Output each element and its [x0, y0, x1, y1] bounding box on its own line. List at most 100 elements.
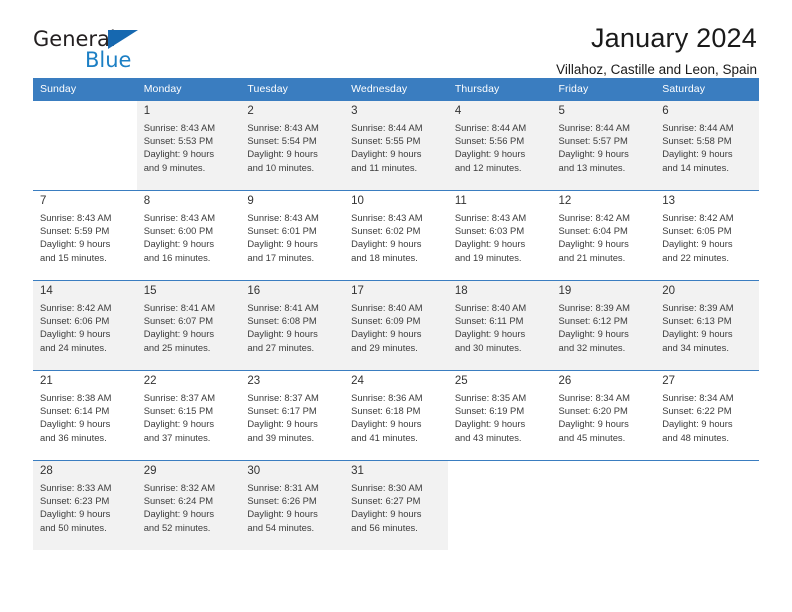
calendar-day-cell[interactable]: 23 Sunrise: 8:37 AM Sunset: 6:17 PM Dayligh…	[240, 370, 345, 460]
daylight-text-line1: Daylight: 9 hours	[40, 418, 111, 430]
calendar-day-cell[interactable]: 4 Sunrise: 8:44 AM Sunset: 5:56 PM Daylight…	[447, 100, 552, 190]
sunrise-text: Sunrise: 8:35 AM	[454, 392, 527, 403]
daylight-text-line1: Daylight: 9 hours	[40, 328, 111, 340]
daylight-text-line1: Daylight: 9 hours	[40, 238, 111, 250]
day-cell-content: 11 Sunrise: 8:43 AM Sunset: 6:03 PM Dayligh…	[448, 191, 552, 280]
day-sun-info: Sunrise: 8:30 AM Sunset: 6:27 PM Daylight:…	[351, 479, 442, 534]
calendar-day-cell[interactable]: 5 Sunrise: 8:44 AM Sunset: 5:57 PM Daylight…	[551, 100, 656, 190]
day-sun-info: Sunrise: 8:42 AM Sunset: 6:04 PM Daylight:…	[559, 209, 650, 264]
calendar-day-cell[interactable]: 17 Sunrise: 8:40 AM Sunset: 6:09 PM Dayligh…	[344, 280, 448, 370]
sunrise-text: Sunrise: 8:44 AM	[558, 122, 630, 133]
calendar-day-cell[interactable]: 22 Sunrise: 8:37 AM Sunset: 6:15 PM Dayligh…	[136, 370, 241, 460]
calendar-day-cell[interactable]: 9 Sunrise: 8:43 AM Sunset: 6:01 PM Daylight…	[240, 190, 345, 280]
day-cell-frame: 5 Sunrise: 8:44 AM Sunset: 5:57 PM Daylight…	[551, 100, 656, 190]
calendar-week-row: 1 Sunrise: 8:43 AM Sunset: 5:53 PM Daylight…	[33, 100, 759, 190]
calendar-day-cell[interactable]: 12 Sunrise: 8:42 AM Sunset: 6:04 PM Dayligh…	[551, 190, 656, 280]
daylight-text-line2: and 41 minutes.	[351, 431, 418, 443]
daylight-text-line2: and 19 minutes.	[454, 251, 522, 263]
daylight-text-line1: Daylight: 9 hours	[662, 148, 733, 160]
sunset-text: Sunset: 6:27 PM	[351, 495, 421, 507]
day-cell-content: 26 Sunrise: 8:34 AM Sunset: 6:20 PM Dayligh…	[552, 371, 656, 460]
sunrise-text: Sunrise: 8:43 AM	[247, 122, 319, 133]
sunset-text: Sunset: 6:06 PM	[40, 315, 110, 327]
day-cell-frame: 6 Sunrise: 8:44 AM Sunset: 5:58 PM Daylight…	[655, 100, 759, 190]
calendar-day-cell[interactable]: 28 Sunrise: 8:33 AM Sunset: 6:23 PM Dayligh…	[33, 460, 137, 550]
calendar-day-cell[interactable]: 19 Sunrise: 8:39 AM Sunset: 6:12 PM Dayligh…	[551, 280, 656, 370]
day-number: 8	[143, 195, 151, 207]
daylight-text-line1: Daylight: 9 hours	[662, 238, 733, 250]
day-number: 14	[40, 285, 53, 297]
calendar-day-cell[interactable]: 30 Sunrise: 8:31 AM Sunset: 6:26 PM Dayligh…	[240, 460, 345, 550]
calendar-day-cell[interactable]: 29 Sunrise: 8:32 AM Sunset: 6:24 PM Dayligh…	[136, 460, 241, 550]
calendar-day-cell[interactable]: 3 Sunrise: 8:44 AM Sunset: 5:55 PM Daylight…	[344, 100, 448, 190]
calendar-week-row: 14 Sunrise: 8:42 AM Sunset: 6:06 PM Dayligh…	[33, 280, 759, 370]
day-cell-frame: 18 Sunrise: 8:40 AM Sunset: 6:11 PM Dayligh…	[447, 280, 552, 370]
sunset-text: Sunset: 6:17 PM	[247, 405, 317, 417]
sunset-text: Sunset: 6:22 PM	[662, 405, 732, 417]
calendar-day-cell[interactable]: 6 Sunrise: 8:44 AM Sunset: 5:58 PM Daylight…	[655, 100, 759, 190]
daylight-text-line1: Daylight: 9 hours	[662, 328, 733, 340]
calendar-day-cell[interactable]: 10 Sunrise: 8:43 AM Sunset: 6:02 PM Dayligh…	[344, 190, 448, 280]
calendar-day-cell[interactable]: 16 Sunrise: 8:41 AM Sunset: 6:08 PM Dayligh…	[240, 280, 345, 370]
calendar-day-cell[interactable]: 25 Sunrise: 8:35 AM Sunset: 6:19 PM Dayligh…	[447, 370, 552, 460]
day-cell-content: 29 Sunrise: 8:32 AM Sunset: 6:24 PM Dayligh…	[136, 461, 241, 550]
calendar-day-cell[interactable]: 13 Sunrise: 8:42 AM Sunset: 6:05 PM Dayligh…	[655, 190, 759, 280]
calendar-day-cell[interactable]: 31 Sunrise: 8:30 AM Sunset: 6:27 PM Dayligh…	[344, 460, 448, 550]
calendar-day-cell[interactable]: 26 Sunrise: 8:34 AM Sunset: 6:20 PM Dayligh…	[551, 370, 656, 460]
sunset-text: Sunset: 6:02 PM	[351, 225, 421, 237]
day-cell-frame: 13 Sunrise: 8:42 AM Sunset: 6:05 PM Dayligh…	[655, 190, 759, 280]
daylight-text-line1: Daylight: 9 hours	[247, 148, 318, 160]
weekday-header-tuesday: Tuesday	[240, 78, 345, 100]
day-number: 13	[662, 195, 676, 207]
day-sun-info: Sunrise: 8:41 AM Sunset: 6:07 PM Daylight:…	[144, 299, 235, 354]
day-number: 29	[143, 465, 157, 477]
sunset-text: Sunset: 6:09 PM	[351, 315, 421, 327]
daylight-text-line1: Daylight: 9 hours	[558, 328, 629, 340]
sunrise-text: Sunrise: 8:39 AM	[662, 302, 734, 313]
day-sun-info: Sunrise: 8:43 AM Sunset: 6:02 PM Daylight:…	[351, 209, 442, 264]
calendar-day-cell[interactable]: 7 Sunrise: 8:43 AM Sunset: 5:59 PM Daylight…	[33, 190, 137, 280]
calendar-day-cell[interactable]: 27 Sunrise: 8:34 AM Sunset: 6:22 PM Dayligh…	[655, 370, 759, 460]
day-number: 9	[247, 195, 254, 207]
sunrise-text: Sunrise: 8:34 AM	[662, 392, 734, 403]
title-block: January 2024 Villahoz, Castille and Leon…	[163, 22, 759, 80]
calendar-day-cell[interactable]: 21 Sunrise: 8:38 AM Sunset: 6:14 PM Dayligh…	[33, 370, 137, 460]
calendar-day-cell[interactable]: 24 Sunrise: 8:36 AM Sunset: 6:18 PM Dayligh…	[344, 370, 448, 460]
brand-logo[interactable]: General Blue	[33, 22, 163, 74]
daylight-text-line1: Daylight: 9 hours	[351, 148, 422, 160]
daylight-text-line2: and 30 minutes.	[454, 341, 522, 353]
day-number: 19	[558, 285, 572, 297]
day-cell-content: 3 Sunrise: 8:44 AM Sunset: 5:55 PM Daylight…	[344, 101, 448, 190]
day-cell-frame: 29 Sunrise: 8:32 AM Sunset: 6:24 PM Dayligh…	[136, 460, 241, 550]
calendar-day-cell[interactable]: 15 Sunrise: 8:41 AM Sunset: 6:07 PM Dayligh…	[136, 280, 241, 370]
day-sun-info: Sunrise: 8:43 AM Sunset: 6:03 PM Daylight:…	[455, 209, 546, 264]
day-cell-frame: 16 Sunrise: 8:41 AM Sunset: 6:08 PM Dayligh…	[240, 280, 345, 370]
day-cell-content: 21 Sunrise: 8:38 AM Sunset: 6:14 PM Dayligh…	[33, 371, 137, 460]
calendar-day-cell[interactable]: 20 Sunrise: 8:39 AM Sunset: 6:13 PM Dayligh…	[655, 280, 759, 370]
calendar-day-cell[interactable]: 14 Sunrise: 8:42 AM Sunset: 6:06 PM Dayligh…	[33, 280, 137, 370]
day-cell-content: 19 Sunrise: 8:39 AM Sunset: 6:12 PM Dayligh…	[551, 281, 656, 370]
daylight-text-line1: Daylight: 9 hours	[247, 418, 318, 430]
calendar-day-cell[interactable]: 1 Sunrise: 8:43 AM Sunset: 5:53 PM Daylight…	[136, 100, 241, 190]
day-cell-frame: 3 Sunrise: 8:44 AM Sunset: 5:55 PM Daylight…	[344, 100, 448, 190]
sunrise-text: Sunrise: 8:41 AM	[247, 302, 319, 313]
day-sun-info: Sunrise: 8:42 AM Sunset: 6:05 PM Daylight:…	[662, 209, 753, 264]
day-sun-info: Sunrise: 8:44 AM Sunset: 5:57 PM Daylight:…	[559, 119, 650, 174]
calendar-day-cell[interactable]: 8 Sunrise: 8:43 AM Sunset: 6:00 PM Daylight…	[136, 190, 241, 280]
sunset-text: Sunset: 5:58 PM	[662, 135, 732, 147]
day-cell-content: 1 Sunrise: 8:43 AM Sunset: 5:53 PM Daylight…	[136, 101, 241, 190]
daylight-text-line1: Daylight: 9 hours	[247, 508, 318, 520]
calendar-day-cell[interactable]: 18 Sunrise: 8:40 AM Sunset: 6:11 PM Dayligh…	[447, 280, 552, 370]
calendar-day-cell[interactable]: 2 Sunrise: 8:43 AM Sunset: 5:54 PM Daylight…	[240, 100, 345, 190]
daylight-text-line2: and 43 minutes.	[454, 431, 522, 443]
sunrise-text: Sunrise: 8:32 AM	[143, 482, 216, 493]
day-sun-info: Sunrise: 8:34 AM Sunset: 6:20 PM Daylight:…	[559, 389, 650, 444]
calendar-body: 1 Sunrise: 8:43 AM Sunset: 5:53 PM Daylight…	[33, 100, 759, 550]
calendar-week-row: 21 Sunrise: 8:38 AM Sunset: 6:14 PM Dayligh…	[33, 370, 759, 460]
calendar-day-cell[interactable]: 11 Sunrise: 8:43 AM Sunset: 6:03 PM Dayligh…	[447, 190, 552, 280]
day-number: 30	[247, 465, 261, 477]
sunset-text: Sunset: 6:03 PM	[454, 225, 525, 237]
day-cell-frame: 31 Sunrise: 8:30 AM Sunset: 6:27 PM Dayligh…	[344, 460, 448, 550]
sunrise-text: Sunrise: 8:43 AM	[351, 212, 423, 223]
day-cell-content: 6 Sunrise: 8:44 AM Sunset: 5:58 PM Daylight…	[655, 101, 759, 190]
